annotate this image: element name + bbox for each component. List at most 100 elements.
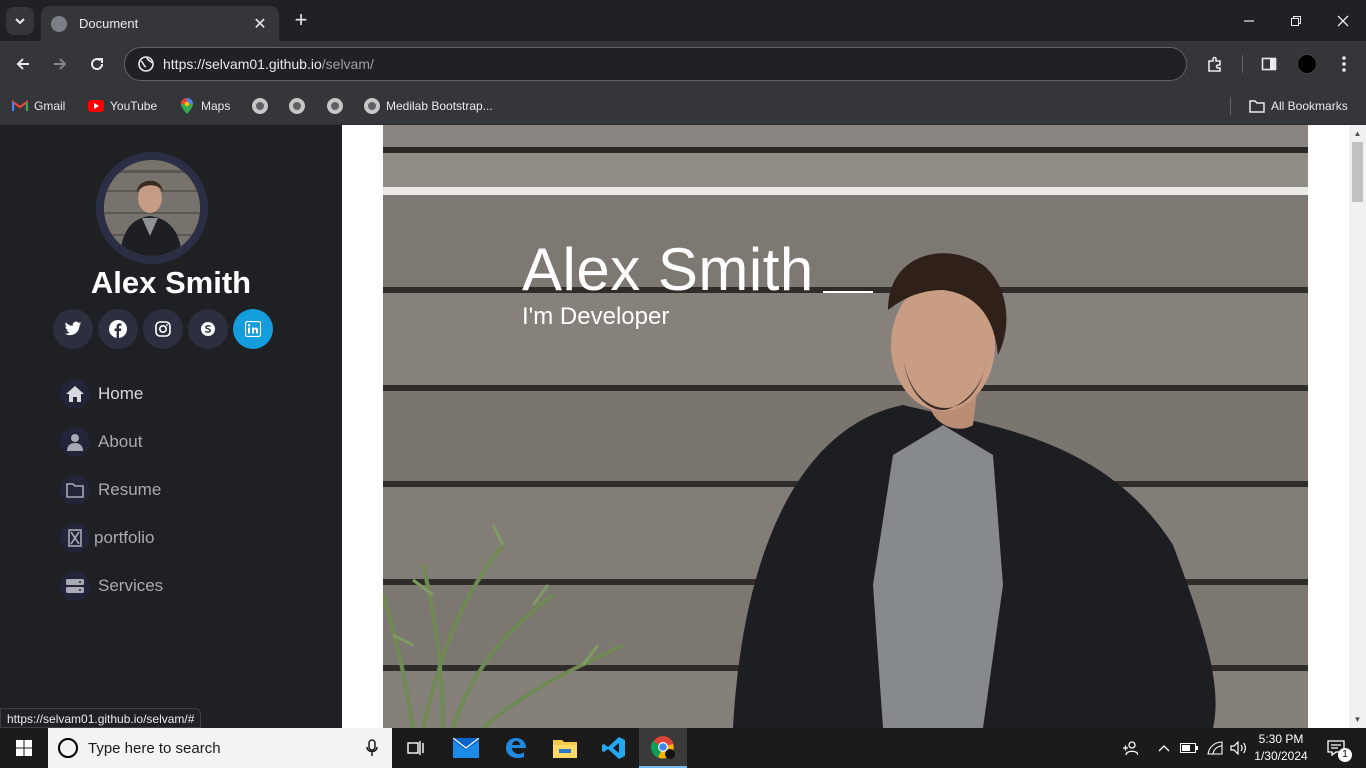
bookmark-globe-3[interactable]: [327, 96, 349, 116]
bookmark-label: Medilab Bootstrap...: [386, 99, 493, 113]
wifi-indicator[interactable]: [1204, 728, 1226, 768]
scroll-down-icon[interactable]: ▼: [1349, 711, 1366, 728]
volume-indicator[interactable]: [1228, 728, 1250, 768]
mail-app[interactable]: [442, 728, 490, 768]
nav-item-services[interactable]: Services: [60, 562, 163, 610]
hero-background-image: [383, 125, 1308, 728]
edge-app[interactable]: [492, 728, 540, 768]
chevron-up-icon: [1158, 745, 1170, 752]
twitter-link[interactable]: [53, 309, 93, 349]
globe-icon: [289, 98, 305, 114]
chrome-app[interactable]: [639, 728, 687, 768]
home-icon: [66, 386, 84, 402]
action-center-button[interactable]: 1: [1318, 728, 1354, 768]
site-info-icon[interactable]: [137, 55, 155, 73]
skype-icon: [201, 322, 215, 336]
globe-icon: [252, 98, 268, 114]
microphone-icon[interactable]: [366, 739, 378, 757]
browser-tab-strip: Document ✕ +: [0, 0, 1366, 41]
start-button[interactable]: [0, 728, 48, 768]
scrollbar-thumb[interactable]: [1352, 142, 1363, 202]
profile-avatar[interactable]: [1297, 54, 1317, 74]
hero-title: Alex Smith: [522, 236, 814, 303]
taskbar-search-box[interactable]: Type here to search: [48, 728, 392, 768]
twitter-icon: [64, 321, 82, 336]
nav-label: Services: [98, 576, 164, 595]
puzzle-icon: [1208, 56, 1221, 72]
browser-tab[interactable]: Document ✕: [41, 6, 279, 41]
menu-button[interactable]: [1329, 49, 1359, 79]
bookmark-label: YouTube: [110, 99, 158, 113]
nav-item-resume[interactable]: Resume: [60, 466, 163, 514]
facebook-icon: [109, 320, 127, 338]
reload-icon: [91, 58, 104, 71]
browser-toolbar: https://selvam01.github.io/selvam/: [0, 41, 1366, 87]
back-button[interactable]: [8, 49, 38, 79]
link-status-bubble: https://selvam01.github.io/selvam/#: [0, 708, 202, 728]
people-button[interactable]: [1118, 728, 1142, 768]
more-vert-icon: [1342, 56, 1346, 72]
nav-label: About: [98, 432, 143, 451]
nav-item-about[interactable]: About: [60, 418, 163, 466]
chrome-icon: [651, 736, 675, 759]
hero-subtitle: I'm Developer: [522, 303, 670, 330]
forward-button[interactable]: [45, 49, 75, 79]
nav-item-portfolio[interactable]: portfolio: [60, 514, 163, 562]
new-tab-button[interactable]: +: [288, 8, 314, 34]
bookmark-gmail[interactable]: Gmail: [12, 96, 65, 116]
hero-section: Alex Smith I'm Developer: [383, 125, 1308, 728]
nav-item-home[interactable]: Home: [60, 370, 163, 418]
gmail-icon: [12, 98, 28, 114]
instagram-link[interactable]: [143, 309, 183, 349]
globe-icon: [364, 98, 380, 114]
search-placeholder: Type here to search: [88, 739, 221, 757]
show-hidden-icons-button[interactable]: [1154, 728, 1174, 768]
user-icon: [67, 434, 83, 451]
reload-button[interactable]: [82, 49, 112, 79]
all-bookmarks-button[interactable]: All Bookmarks: [1249, 96, 1348, 116]
nav-label: Resume: [98, 480, 162, 499]
nav-label: portfolio: [94, 528, 155, 547]
server-icon: [66, 579, 84, 593]
page-viewport: Alex Smith Home About Resume portfolio S…: [0, 125, 1366, 728]
bookmark-globe-2[interactable]: [289, 96, 311, 116]
profile-name: Alex Smith: [90, 265, 252, 300]
close-tab-icon[interactable]: ✕: [251, 14, 269, 34]
restore-button[interactable]: [1272, 0, 1320, 41]
battery-icon: [1180, 743, 1198, 753]
minimize-icon: [1244, 19, 1254, 22]
facebook-link[interactable]: [98, 309, 138, 349]
url-text: https://selvam01.github.io/selvam/: [163, 56, 374, 72]
portfolio-icon: [68, 529, 82, 547]
social-links: [53, 309, 278, 349]
arrow-left-icon: [16, 58, 29, 70]
bookmark-medilab[interactable]: Medilab Bootstrap...: [364, 96, 493, 116]
battery-indicator[interactable]: [1178, 728, 1200, 768]
wifi-icon: [1207, 741, 1223, 755]
taskbar-clock[interactable]: 5:30 PM 1/30/2024: [1250, 731, 1312, 765]
chevron-down-icon: [15, 18, 25, 25]
close-window-button[interactable]: [1319, 0, 1366, 41]
tab-search-button[interactable]: [6, 7, 34, 35]
extensions-button[interactable]: [1200, 49, 1230, 79]
bookmark-globe-1[interactable]: [252, 96, 274, 116]
task-view-button[interactable]: [392, 728, 440, 768]
scroll-up-icon[interactable]: ▲: [1349, 125, 1366, 142]
bookmarks-divider: [1230, 97, 1231, 115]
file-explorer-app[interactable]: [541, 728, 589, 768]
folder-icon: [1249, 98, 1265, 114]
globe-icon: [327, 98, 343, 114]
vscode-app[interactable]: [590, 728, 638, 768]
restore-icon: [1291, 15, 1301, 26]
minimize-button[interactable]: [1225, 0, 1273, 41]
bookmark-youtube[interactable]: YouTube: [88, 96, 157, 116]
linkedin-link[interactable]: [233, 309, 273, 349]
clock-time: 5:30 PM: [1258, 732, 1304, 746]
page-scrollbar[interactable]: ▲ ▼: [1349, 125, 1366, 728]
address-bar[interactable]: https://selvam01.github.io/selvam/: [124, 47, 1187, 81]
file-explorer-icon: [553, 740, 577, 758]
linkedin-icon: [245, 321, 261, 337]
bookmark-maps[interactable]: Maps: [179, 96, 230, 116]
skype-link[interactable]: [188, 309, 228, 349]
side-panel-button[interactable]: [1254, 49, 1284, 79]
